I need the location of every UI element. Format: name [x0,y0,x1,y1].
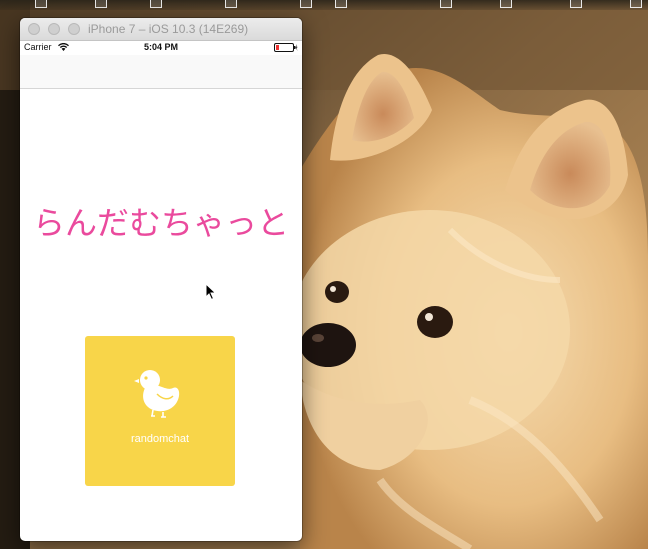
desktop-icon-strip [0,0,648,10]
desktop-file-icon[interactable] [35,0,47,8]
chick-icon [134,370,180,418]
desktop-file-icon[interactable] [300,0,312,8]
battery-icon [274,43,298,52]
simulator-window: iPhone 7 – iOS 10.3 (14E269) Carrier 5:0… [20,18,302,541]
desktop: iPhone 7 – iOS 10.3 (14E269) Carrier 5:0… [0,0,648,549]
mouse-cursor-icon [205,283,217,301]
randomchat-start-button[interactable]: randomchat [85,336,235,486]
window-title-bar[interactable]: iPhone 7 – iOS 10.3 (14E269) [20,18,302,41]
status-time: 5:04 PM [143,42,178,52]
zoom-window-button[interactable] [68,23,80,35]
start-button-label: randomchat [130,433,190,445]
desktop-file-icon[interactable] [95,0,107,8]
desktop-file-icon[interactable] [630,0,642,8]
desktop-file-icon[interactable] [150,0,162,8]
navigation-bar [20,55,302,89]
ios-status-bar: Carrier 5:04 PM [20,41,302,55]
window-title: iPhone 7 – iOS 10.3 (14E269) [88,22,249,36]
app-title: らんだむちゃっと [32,204,289,242]
desktop-file-icon[interactable] [225,0,237,8]
desktop-file-icon[interactable] [440,0,452,8]
desktop-file-icon[interactable] [570,0,582,8]
close-window-button[interactable] [28,23,40,35]
desktop-file-icon[interactable] [335,0,347,8]
minimize-window-button[interactable] [48,23,60,35]
desktop-file-icon[interactable] [500,0,512,8]
